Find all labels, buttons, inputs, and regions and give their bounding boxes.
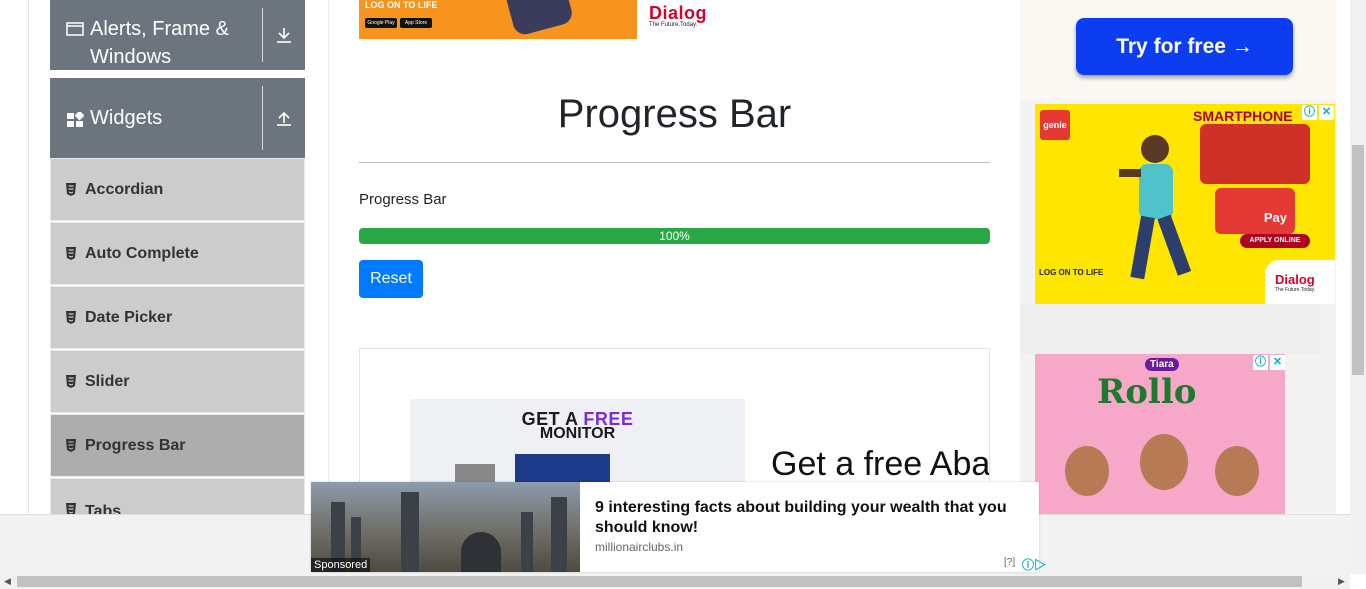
sidebar-item-label: Auto Complete [85,244,199,262]
widgets-icon [67,112,84,127]
try-for-free-button[interactable]: Try for free → [1076,18,1293,75]
pay-badge: Pay [1215,188,1295,234]
sidebar-item-label: Slider [85,372,130,390]
progress-fill: 100% [359,228,990,244]
sidebar-item-label: Date Picker [85,308,173,326]
person-image [1119,135,1192,280]
page-title: Progress Bar [557,92,792,136]
app-store-badge: App Store [400,18,432,28]
scrollbar-thumb[interactable] [1352,145,1364,375]
rollo-logo: Rollo [1097,372,1197,412]
close-icon[interactable]: ✕ [1270,355,1285,370]
decorative-band [1020,304,1320,354]
page: { "sidebar": { "groups": [ {"label": "Al… [0,0,1366,589]
brand-name: Dialog [1275,272,1315,287]
sponsored-image: Sponsored [311,482,580,572]
progress-label: Progress Bar [359,191,447,208]
group-widgets[interactable]: Widgets [50,78,305,158]
ad-image-subline: MONITOR [539,425,616,442]
arrow-down-icon [277,28,291,43]
expand-button[interactable] [263,0,305,70]
html5-icon [66,375,76,388]
dialog-logo: Dialog The Future.Today. [649,3,707,28]
vertical-scrollbar[interactable] [1350,0,1366,574]
group-label: Alerts, Frame & Windows [90,18,229,68]
sponsored-label: Sponsored [311,558,371,572]
sidebar-item-progress-bar[interactable]: Progress Bar [50,414,305,477]
sidebar-item-label: Accordian [85,180,164,198]
ad-text: LOG ON TO LIFE [365,0,438,10]
ad-sinhala-text [1200,124,1310,184]
divider [328,0,329,514]
genie-ad[interactable]: genie SMARTPHONE Pay APPLY ONLINE LOG ON… [1035,104,1335,304]
reset-button[interactable]: Reset [359,260,423,298]
html5-icon [66,183,76,196]
sponsored-ad[interactable]: Sponsored 9 interesting facts about buil… [311,482,1046,572]
close-icon[interactable]: ✕ [1319,105,1334,120]
ad-info-icon[interactable]: ⓘ [1302,105,1317,120]
person-image [1215,446,1259,496]
genie-logo: genie [1040,110,1070,140]
html5-icon [66,311,76,324]
group-label: Widgets [90,107,163,129]
html5-icon [66,247,76,260]
tiara-logo: Tiara [1145,358,1179,371]
rollo-ad[interactable]: Tiara Rollo [1035,354,1285,514]
ad-controls: ⓘ ✕ [1253,355,1285,370]
apply-online-badge: APPLY ONLINE [1240,234,1310,248]
progress-bar: 100% [359,228,990,244]
sidebar-item-slider[interactable]: Slider [50,350,305,413]
brand-name: Dialog [649,3,708,23]
collapse-button[interactable] [263,78,305,158]
person-image [1140,434,1188,490]
scroll-right-icon[interactable]: ▶ [1338,576,1345,587]
ad-info-icon[interactable]: ⓘ [1253,355,1268,370]
sidebar-item-auto-complete[interactable]: Auto Complete [50,222,305,285]
dialog-logo: Dialog The Future.Today. [1265,260,1335,304]
help-link[interactable]: [?] [1004,557,1015,568]
left-gutter [0,0,28,574]
arrow-up-icon [277,111,291,126]
sidebar-item-label: Progress Bar [85,436,186,454]
ad-headline: SMARTPHONE [1193,108,1293,124]
scroll-left-icon[interactable]: ◀ [4,576,11,587]
person-image [1065,446,1109,496]
horizontal-scrollbar[interactable]: ◀ ▶ [0,574,1350,589]
top-ad-banner[interactable]: LOG ON TO LIFE Google Play App Store [359,0,637,39]
html5-icon [66,439,76,452]
sidebar-item-accordian[interactable]: Accordian [50,158,305,221]
ad-controls: ⓘ ✕ [1302,105,1334,120]
ad-headline: Get a free Aban [771,445,990,483]
divider [359,162,990,163]
sidebar-item-date-picker[interactable]: Date Picker [50,286,305,349]
scrollbar-thumb[interactable] [17,576,1302,587]
adchoices-icon[interactable]: ⓘ▷ [1022,556,1046,573]
google-play-badge: Google Play [365,18,397,28]
divider [28,0,29,574]
phone-image [503,0,575,37]
brand-tagline: The Future.Today. [1275,287,1316,293]
window-icon [66,22,84,36]
ad-slogan: LOG ON TO LIFE [1039,268,1104,277]
sponsored-domain: millionairclubs.in [595,540,684,554]
sponsored-title[interactable]: 9 interesting facts about building your … [595,498,1025,538]
group-alerts-frame-windows[interactable]: Alerts, Frame & Windows [50,0,305,70]
